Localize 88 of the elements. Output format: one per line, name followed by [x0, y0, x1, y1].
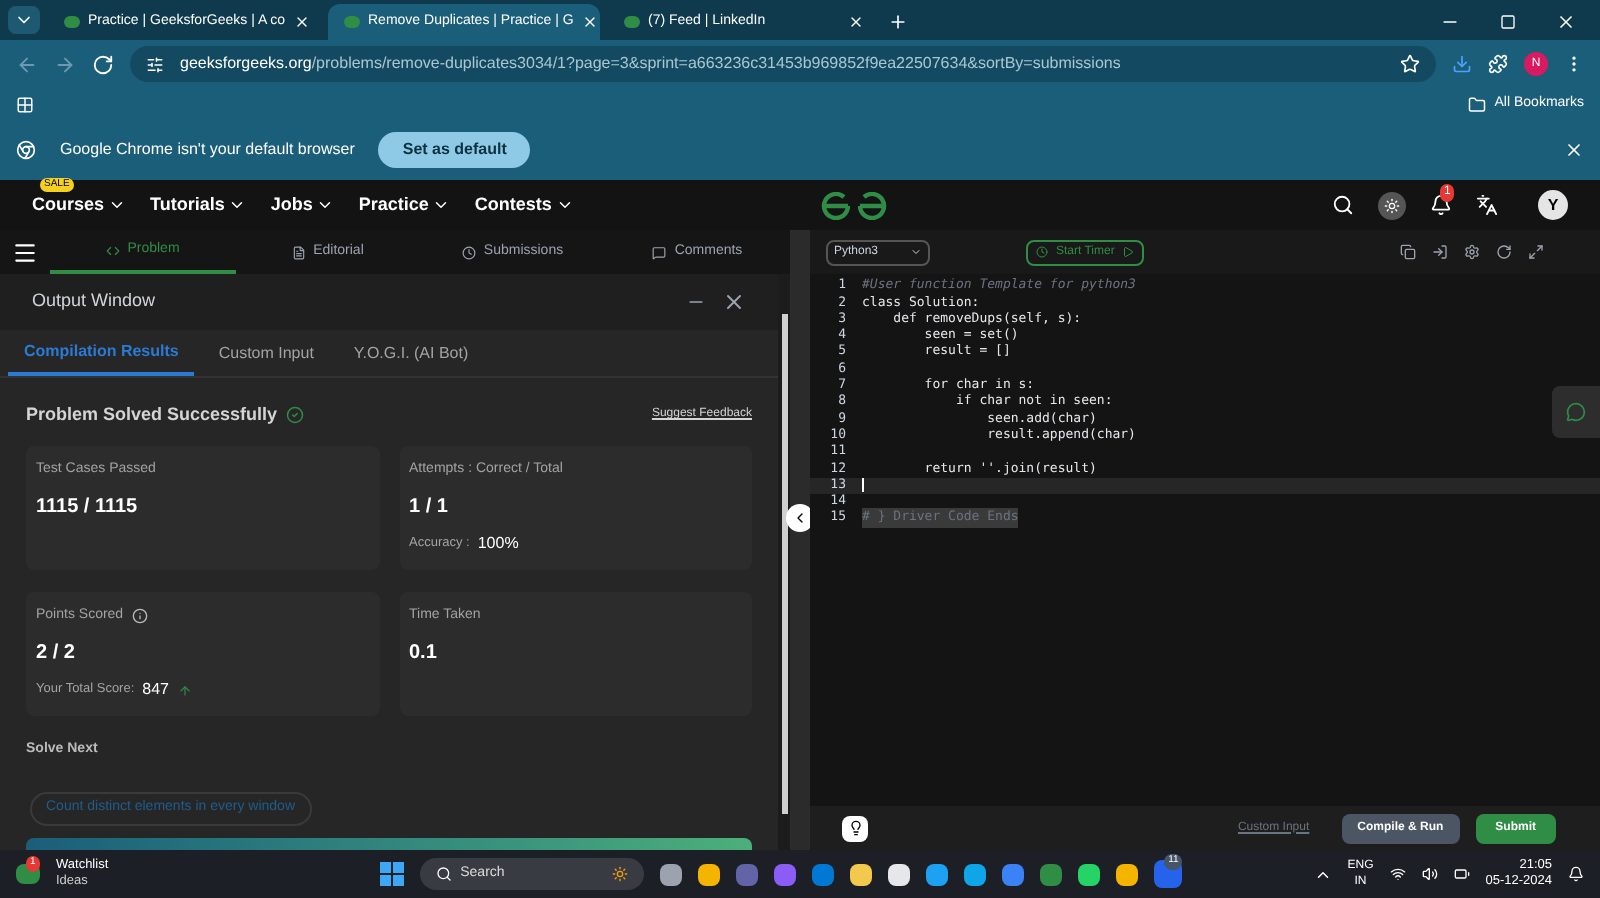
sun-icon	[1384, 197, 1400, 213]
close-icon[interactable]	[293, 14, 310, 30]
stat-value: 0.1	[409, 640, 439, 668]
stat-value: 2 / 2	[36, 640, 77, 668]
hint-bulb-icon[interactable]	[842, 815, 868, 841]
chat-bubble-icon	[1566, 402, 1586, 422]
taskbar-app-icon[interactable]	[698, 863, 721, 885]
fullscreen-icon[interactable]	[1528, 244, 1544, 260]
menu-icon[interactable]	[12, 239, 38, 265]
search-icon[interactable]	[1332, 194, 1354, 216]
site-logo-icon	[820, 191, 888, 219]
close-icon[interactable]	[581, 14, 598, 30]
play-icon	[1122, 246, 1135, 258]
stat-value: 1 / 1	[409, 494, 450, 522]
set-default-button[interactable]: Set as default	[378, 132, 531, 168]
user-avatar[interactable]: Y	[1538, 190, 1568, 220]
nav-menu-item[interactable]: Courses	[32, 191, 127, 219]
notification-icon[interactable]	[1568, 866, 1584, 882]
nav-menu-item[interactable]: Contests	[474, 191, 574, 219]
taskbar-app-icon[interactable]	[1078, 863, 1101, 885]
site-info-icon[interactable]	[146, 55, 164, 73]
clock-icon	[461, 245, 476, 259]
infobar-message: Google Chrome isn't your default browser	[60, 138, 355, 162]
stat-sub-value: 847	[142, 678, 170, 702]
taskbar-app-icon[interactable]	[926, 863, 949, 885]
output-tab[interactable]: Custom Input	[202, 330, 330, 376]
address-field[interactable]: geeksforgeeks.org/problems/remove-duplicates3034/1?page=3&sprint=a663236c31453b969852f9ea22507634&sortBy=submissions	[130, 46, 1436, 82]
output-window-title: Output Window	[32, 288, 158, 315]
windows-start-icon[interactable]	[380, 862, 405, 886]
document-icon	[291, 245, 306, 259]
chevron-down-icon	[108, 196, 127, 214]
sun-icon	[612, 866, 629, 882]
chevron-down-icon	[432, 196, 451, 214]
chevron-down-icon	[910, 246, 922, 258]
import-icon[interactable]	[1432, 244, 1448, 260]
nav-menu-item[interactable]: Practice	[358, 191, 451, 219]
theme-toggle-icon[interactable]	[1378, 191, 1406, 219]
volume-icon[interactable]	[1421, 866, 1438, 882]
chevron-down-icon	[316, 196, 335, 214]
new-tab-icon[interactable]	[888, 12, 908, 32]
taskbar-app-icon[interactable]	[1116, 863, 1139, 885]
wifi-icon[interactable]	[1389, 866, 1406, 882]
close-infobar-icon[interactable]	[1564, 140, 1584, 160]
maximize-icon[interactable]	[1500, 14, 1516, 30]
url-text: geeksforgeeks.org/problems/remove-duplicates3034/1?page=3&sprint=a663236c31453b969852f9ea22507634&sortBy=submissions	[180, 52, 1121, 76]
text-cursor	[862, 478, 864, 493]
scrollbar-thumb[interactable]	[781, 314, 787, 814]
favicon-icon	[344, 16, 360, 28]
output-tab[interactable]: Y.O.G.I. (AI Bot)	[337, 330, 485, 376]
bookmark-star-icon[interactable]	[1400, 54, 1420, 74]
settings-icon[interactable]	[1464, 244, 1480, 260]
output-tab[interactable]: Compilation Results	[8, 330, 195, 376]
favicon-icon	[64, 16, 80, 28]
stat-sub-value: 100%	[477, 532, 519, 556]
stat-value: 1115 / 1115	[36, 494, 140, 522]
chat-button[interactable]	[1552, 386, 1600, 438]
code-icon	[105, 243, 120, 257]
nav-menu-item[interactable]: Jobs	[270, 191, 335, 219]
speech-bubble-icon	[652, 245, 667, 259]
reload-icon[interactable]	[92, 53, 114, 75]
success-check-icon	[285, 406, 304, 425]
close-icon[interactable]	[848, 14, 864, 30]
lightbulb-icon	[847, 820, 863, 836]
folder-icon	[1468, 95, 1487, 113]
taskbar-app-icon[interactable]	[660, 863, 683, 885]
translate-icon[interactable]	[1476, 194, 1498, 216]
favicon-icon	[624, 16, 640, 28]
apps-icon[interactable]	[16, 95, 34, 113]
browser-logo-icon	[16, 140, 36, 160]
search-icon	[436, 866, 453, 882]
reset-icon[interactable]	[1496, 244, 1512, 260]
clock-icon	[1036, 246, 1048, 258]
close-icon[interactable]	[722, 290, 746, 314]
copy-icon[interactable]	[1400, 244, 1416, 260]
chevron-down-icon	[555, 196, 574, 214]
download-icon[interactable]	[1452, 54, 1472, 74]
notification-icon[interactable]	[1430, 194, 1452, 216]
nav-menu-item[interactable]: Tutorials	[150, 191, 247, 219]
extensions-icon[interactable]	[1488, 54, 1508, 74]
close-window-icon[interactable]	[1556, 12, 1576, 32]
taskbar-app-icon[interactable]	[850, 863, 873, 885]
battery-icon[interactable]	[1453, 866, 1470, 882]
taskbar-app-icon[interactable]	[964, 863, 987, 885]
chevron-down-icon	[228, 196, 247, 214]
chevron-icon	[792, 510, 808, 526]
tab-search-button[interactable]	[8, 6, 40, 34]
taskbar-app-icon[interactable]	[888, 863, 911, 885]
status-text: Problem Solved Successfully	[26, 402, 278, 428]
